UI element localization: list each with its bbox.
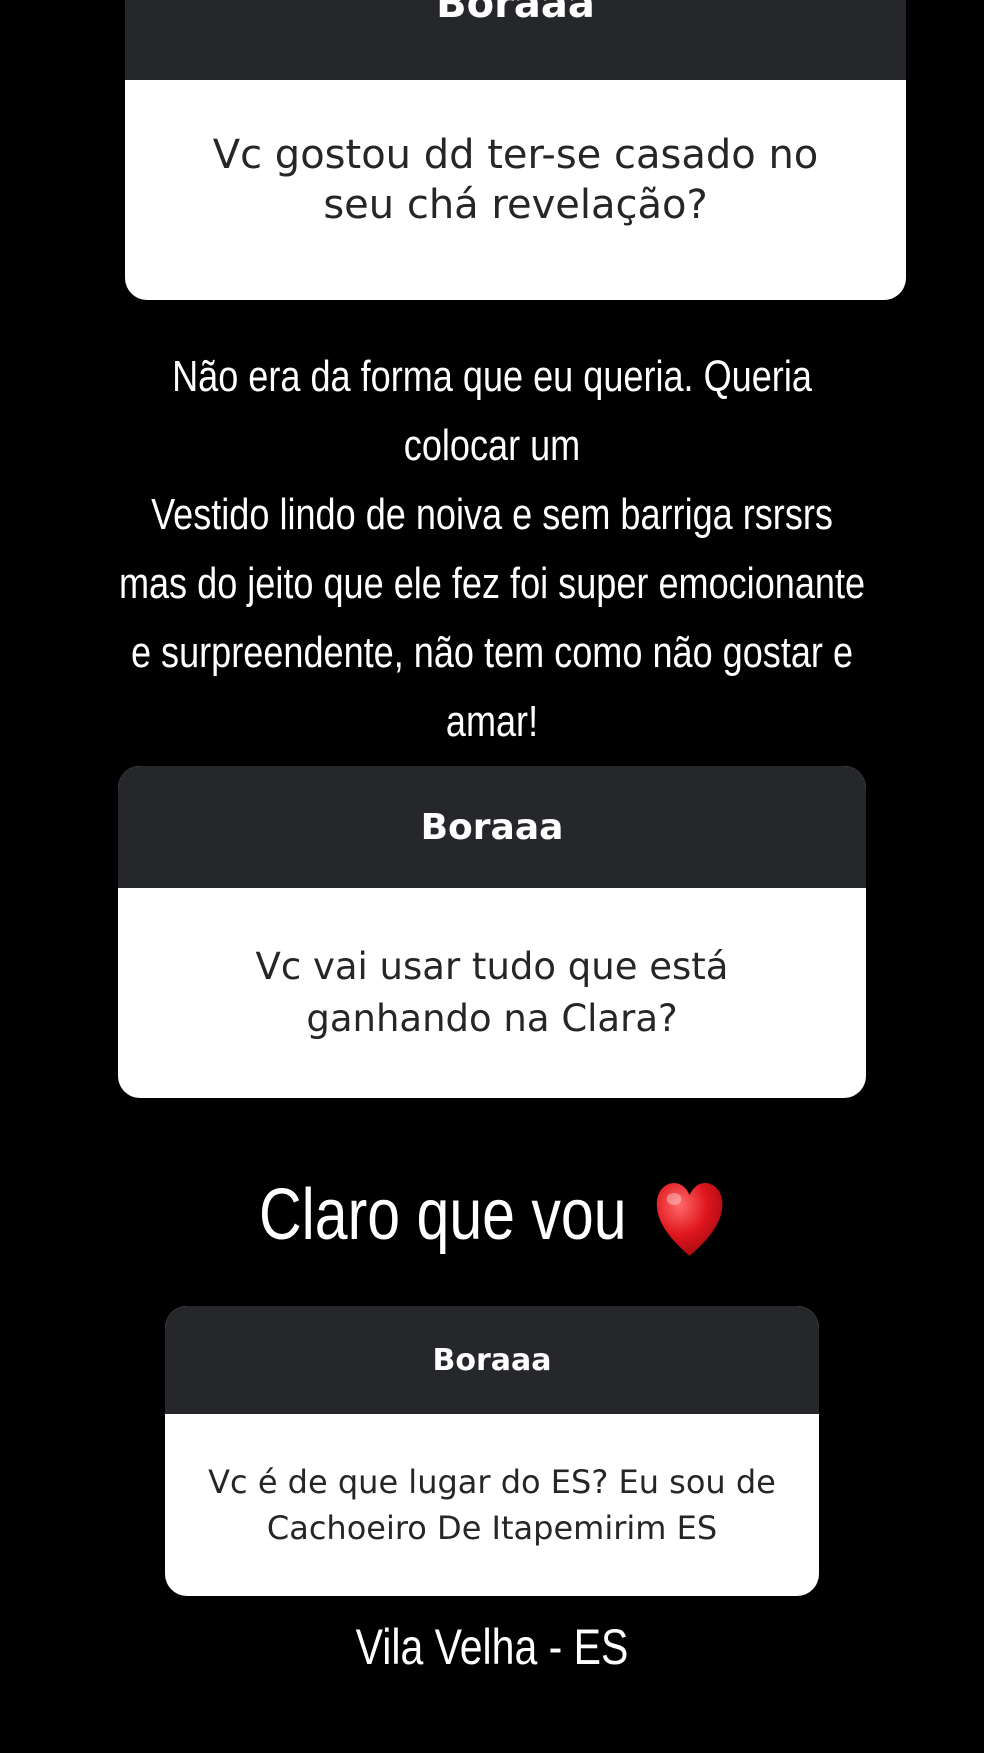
question-card-3-text: Vc é de que lugar do ES? Eu sou de Cacho… [208,1463,776,1547]
question-card-3-header: Boraaa [165,1306,819,1414]
answer-1: Não era da forma que eu queria. Queria c… [89,342,896,756]
question-card-2-header: Boraaa [118,766,866,888]
question-card-2: Boraaa Vc vai usar tudo que está ganhand… [118,766,866,1098]
question-card-3-header-label: Boraaa [432,1342,552,1378]
question-card-2-text-area: Vc vai usar tudo que está ganhando na Cl… [118,888,866,1098]
question-card-1: Boraaa Vc gostou dd ter-se casado no seu… [125,0,906,300]
answer-2-text: Claro que vou [258,1175,627,1255]
answer-3-text: Vila Velha - ES [355,1619,629,1675]
answer-1-line: Vestido lindo de noiva e sem barriga rsr… [151,490,833,539]
answer-1-line: e surpreendente, não tem como não gostar… [130,628,854,677]
answer-1-line: colocar um [403,421,581,470]
question-card-1-header: Boraaa [125,0,906,80]
question-card-1-header-label: Boraaa [436,0,595,27]
answer-1-line: amar! [445,697,539,746]
answer-3: Vila Velha - ES [89,1612,896,1682]
answer-2: Claro que vou [89,1172,896,1260]
question-card-2-text: Vc vai usar tudo que está ganhando na Cl… [255,945,729,1040]
question-card-2-header-label: Boraaa [420,806,564,848]
question-card-1-text-area: Vc gostou dd ter-se casado no seu chá re… [125,80,906,280]
red-heart-icon [654,1180,725,1260]
question-card-1-text: Vc gostou dd ter-se casado no seu chá re… [212,132,819,228]
answer-1-line: mas do jeito que ele fez foi super emoci… [118,559,866,608]
question-card-3-text-area: Vc é de que lugar do ES? Eu sou de Cacho… [165,1414,819,1596]
answer-1-line: Não era da forma que eu queria. Queria [172,352,812,401]
question-card-3: Boraaa Vc é de que lugar do ES? Eu sou d… [165,1306,819,1596]
